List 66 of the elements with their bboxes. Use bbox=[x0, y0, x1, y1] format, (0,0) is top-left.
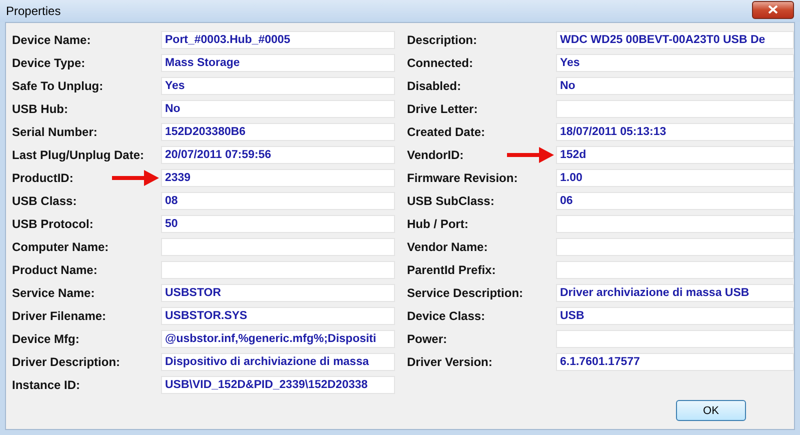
value-field[interactable]: USB bbox=[556, 307, 794, 325]
value-field[interactable]: Yes bbox=[161, 77, 395, 95]
value-field[interactable]: WDC WD25 00BEVT-00A23T0 USB De bbox=[556, 31, 794, 49]
value-field[interactable]: @usbstor.inf,%generic.mfg%;Dispositi bbox=[161, 330, 395, 348]
value-field[interactable]: 08 bbox=[161, 192, 395, 210]
field-label: Service Name: bbox=[12, 286, 96, 300]
field-label: Vendor Name: bbox=[407, 240, 489, 254]
field-label: Computer Name: bbox=[12, 240, 110, 254]
field-label: Power: bbox=[407, 332, 448, 346]
value-field[interactable] bbox=[556, 215, 794, 233]
field-label: Product Name: bbox=[12, 263, 98, 277]
field-label: Service Description: bbox=[407, 286, 524, 300]
value-field[interactable]: Mass Storage bbox=[161, 54, 395, 72]
field-label: Device Name: bbox=[12, 33, 92, 47]
field-label: Device Mfg: bbox=[12, 332, 80, 346]
value-field[interactable] bbox=[556, 238, 794, 256]
field-label: Device Class: bbox=[407, 309, 486, 323]
field-label: Drive Letter: bbox=[407, 102, 479, 116]
value-field[interactable]: Dispositivo di archiviazione di massa bbox=[161, 353, 395, 371]
field-label: Safe To Unplug: bbox=[12, 79, 104, 93]
ok-button[interactable]: OK bbox=[676, 400, 746, 421]
field-label: ParentId Prefix: bbox=[407, 263, 497, 277]
field-label: Driver Filename: bbox=[12, 309, 108, 323]
value-field[interactable]: USBSTOR.SYS bbox=[161, 307, 395, 325]
field-label: Driver Version: bbox=[407, 355, 494, 369]
close-icon bbox=[768, 5, 778, 14]
value-field[interactable]: 152d bbox=[556, 146, 794, 164]
field-label: Description: bbox=[407, 33, 478, 47]
field-label: Driver Description: bbox=[12, 355, 122, 369]
value-field[interactable]: No bbox=[556, 77, 794, 95]
field-label: USB SubClass: bbox=[407, 194, 496, 208]
value-field[interactable]: 6.1.7601.17577 bbox=[556, 353, 794, 371]
value-field[interactable]: Port_#0003.Hub_#0005 bbox=[161, 31, 395, 49]
value-field[interactable]: USB\VID_152D&PID_2339\152D20338 bbox=[161, 376, 395, 394]
value-field[interactable] bbox=[556, 261, 794, 279]
value-field[interactable]: 50 bbox=[161, 215, 395, 233]
value-field[interactable]: Driver archiviazione di massa USB bbox=[556, 284, 794, 302]
field-label: VendorID: bbox=[407, 148, 465, 162]
field-label: USB Class: bbox=[12, 194, 78, 208]
field-label: Device Type: bbox=[12, 56, 86, 70]
field-label: Last Plug/Unplug Date: bbox=[12, 148, 145, 162]
value-field[interactable]: 1.00 bbox=[556, 169, 794, 187]
value-field[interactable] bbox=[161, 238, 395, 256]
field-label: USB Protocol: bbox=[12, 217, 94, 231]
value-field[interactable]: USBSTOR bbox=[161, 284, 395, 302]
value-field[interactable]: No bbox=[161, 100, 395, 118]
field-label: ProductID: bbox=[12, 171, 74, 185]
value-field[interactable] bbox=[161, 261, 395, 279]
value-field[interactable] bbox=[556, 100, 794, 118]
value-field[interactable]: 20/07/2011 07:59:56 bbox=[161, 146, 395, 164]
field-label: Connected: bbox=[407, 56, 474, 70]
field-label: Instance ID: bbox=[12, 378, 82, 392]
value-field[interactable]: 18/07/2011 05:13:13 bbox=[556, 123, 794, 141]
field-label: Firmware Revision: bbox=[407, 171, 519, 185]
field-label: Serial Number: bbox=[12, 125, 98, 139]
window-title: Properties bbox=[6, 4, 61, 18]
value-field[interactable]: Yes bbox=[556, 54, 794, 72]
field-label: Disabled: bbox=[407, 79, 462, 93]
close-button[interactable] bbox=[752, 0, 794, 18]
field-label: USB Hub: bbox=[12, 102, 69, 116]
value-field[interactable] bbox=[556, 330, 794, 348]
value-field[interactable]: 06 bbox=[556, 192, 794, 210]
field-label: Hub / Port: bbox=[407, 217, 470, 231]
value-field[interactable]: 152D203380B6 bbox=[161, 123, 395, 141]
value-field[interactable]: 2339 bbox=[161, 169, 395, 187]
field-label: Created Date: bbox=[407, 125, 486, 139]
